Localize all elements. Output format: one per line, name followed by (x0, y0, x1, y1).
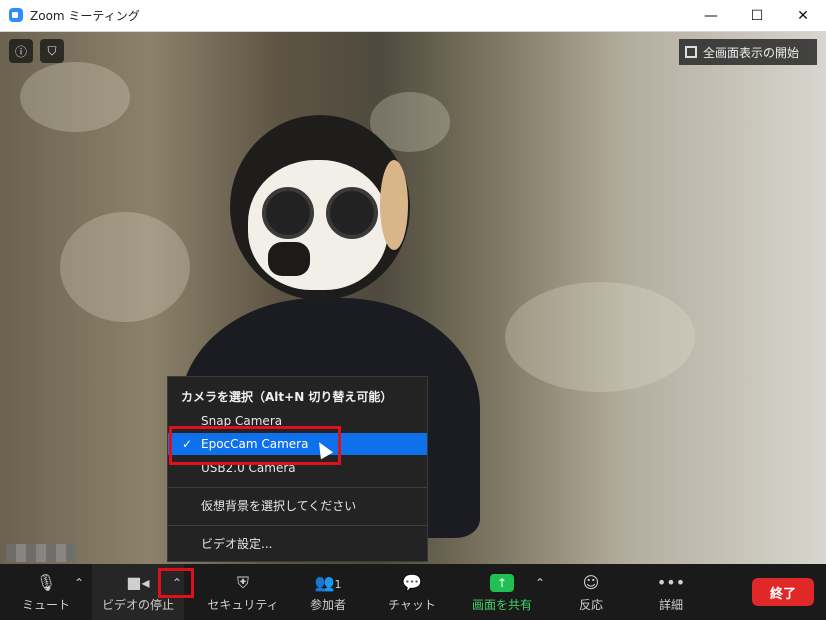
reaction-icon: ☺ (582, 572, 600, 592)
close-button[interactable]: ✕ (780, 0, 826, 31)
robot-ear (380, 160, 408, 250)
stop-video-label: ビデオの停止 (101, 597, 174, 612)
maximize-button[interactable]: ☐ (734, 0, 780, 31)
mic-icon: 🎙 (35, 572, 57, 592)
reactions-label: 反応 (578, 597, 603, 612)
fullscreen-button[interactable]: 全画面表示の開始 (679, 39, 817, 65)
share-screen-button[interactable]: ↑ 画面を共有 (466, 564, 538, 620)
menu-divider (168, 525, 427, 526)
chat-label: チャット (388, 597, 436, 612)
fullscreen-icon (685, 46, 697, 58)
background-cup (505, 282, 695, 392)
minimize-button[interactable]: — (688, 0, 734, 31)
robot-eye-right (326, 187, 378, 239)
audio-options-chevron-icon[interactable]: ⌃ (74, 576, 84, 590)
camera-menu-header: カメラを選択（Alt+N 切り替え可能） (181, 390, 393, 404)
mute-button[interactable]: 🎙 ミュート (18, 564, 74, 620)
participants-label: 参加者 (309, 597, 346, 612)
app-zoom-icon (9, 8, 23, 22)
chat-button[interactable]: 💬 チャット (384, 564, 440, 620)
background-cup (60, 212, 190, 322)
robot-eye-left (262, 187, 314, 239)
chat-icon: 💬 (402, 572, 422, 592)
meeting-toolbar: 🎙 ミュート ⌃ ■◂ ビデオの停止 ⌃ ⛨ セキュリティ 👥1 参加者 💬 チ… (0, 564, 826, 620)
robot-mouth (268, 242, 310, 276)
window-title: Zoom ミーティング (30, 9, 140, 23)
menu-divider (168, 487, 427, 488)
more-icon: ••• (656, 572, 686, 592)
more-button[interactable]: ••• 詳細 (643, 564, 699, 620)
participants-button[interactable]: 👥1 参加者 (300, 564, 356, 620)
camera-menu: カメラを選択（Alt+N 切り替え可能） Snap Camera ✓ EpocCa… (167, 376, 428, 562)
end-meeting-button[interactable]: 終了 (752, 578, 814, 606)
title-bar: Zoom ミーティング — ☐ ✕ (0, 0, 826, 32)
menu-item-virtual-background[interactable]: 仮想背景を選択してください (168, 495, 427, 517)
share-options-chevron-icon[interactable]: ⌃ (535, 576, 545, 590)
share-screen-icon: ↑ (490, 573, 514, 592)
security-button[interactable]: ⛨ セキュリティ (205, 564, 281, 620)
more-label: 詳細 (658, 597, 683, 612)
menu-item-label: ビデオ設定... (201, 537, 273, 551)
participants-icon: 👥1 (314, 572, 342, 592)
reactions-button[interactable]: ☺ 反応 (563, 564, 619, 620)
share-screen-label: 画面を共有 (471, 597, 532, 612)
participants-count: 1 (334, 577, 342, 591)
highlight-box-video-chevron (158, 568, 194, 598)
fullscreen-label: 全画面表示の開始 (703, 45, 800, 60)
security-label: セキュリティ (207, 597, 279, 612)
name-label-blurred (6, 544, 76, 562)
background-cup (20, 62, 130, 132)
info-icon[interactable]: ⓘ (9, 39, 33, 63)
video-camera-icon: ■◂ (126, 572, 150, 592)
security-shield-icon: ⛨ (236, 572, 249, 592)
mute-label: ミュート (21, 597, 70, 612)
shield-icon[interactable]: ⛉ (40, 39, 64, 63)
menu-item-label: 仮想背景を選択してください (201, 499, 357, 513)
menu-item-video-settings[interactable]: ビデオ設定... (168, 533, 427, 555)
